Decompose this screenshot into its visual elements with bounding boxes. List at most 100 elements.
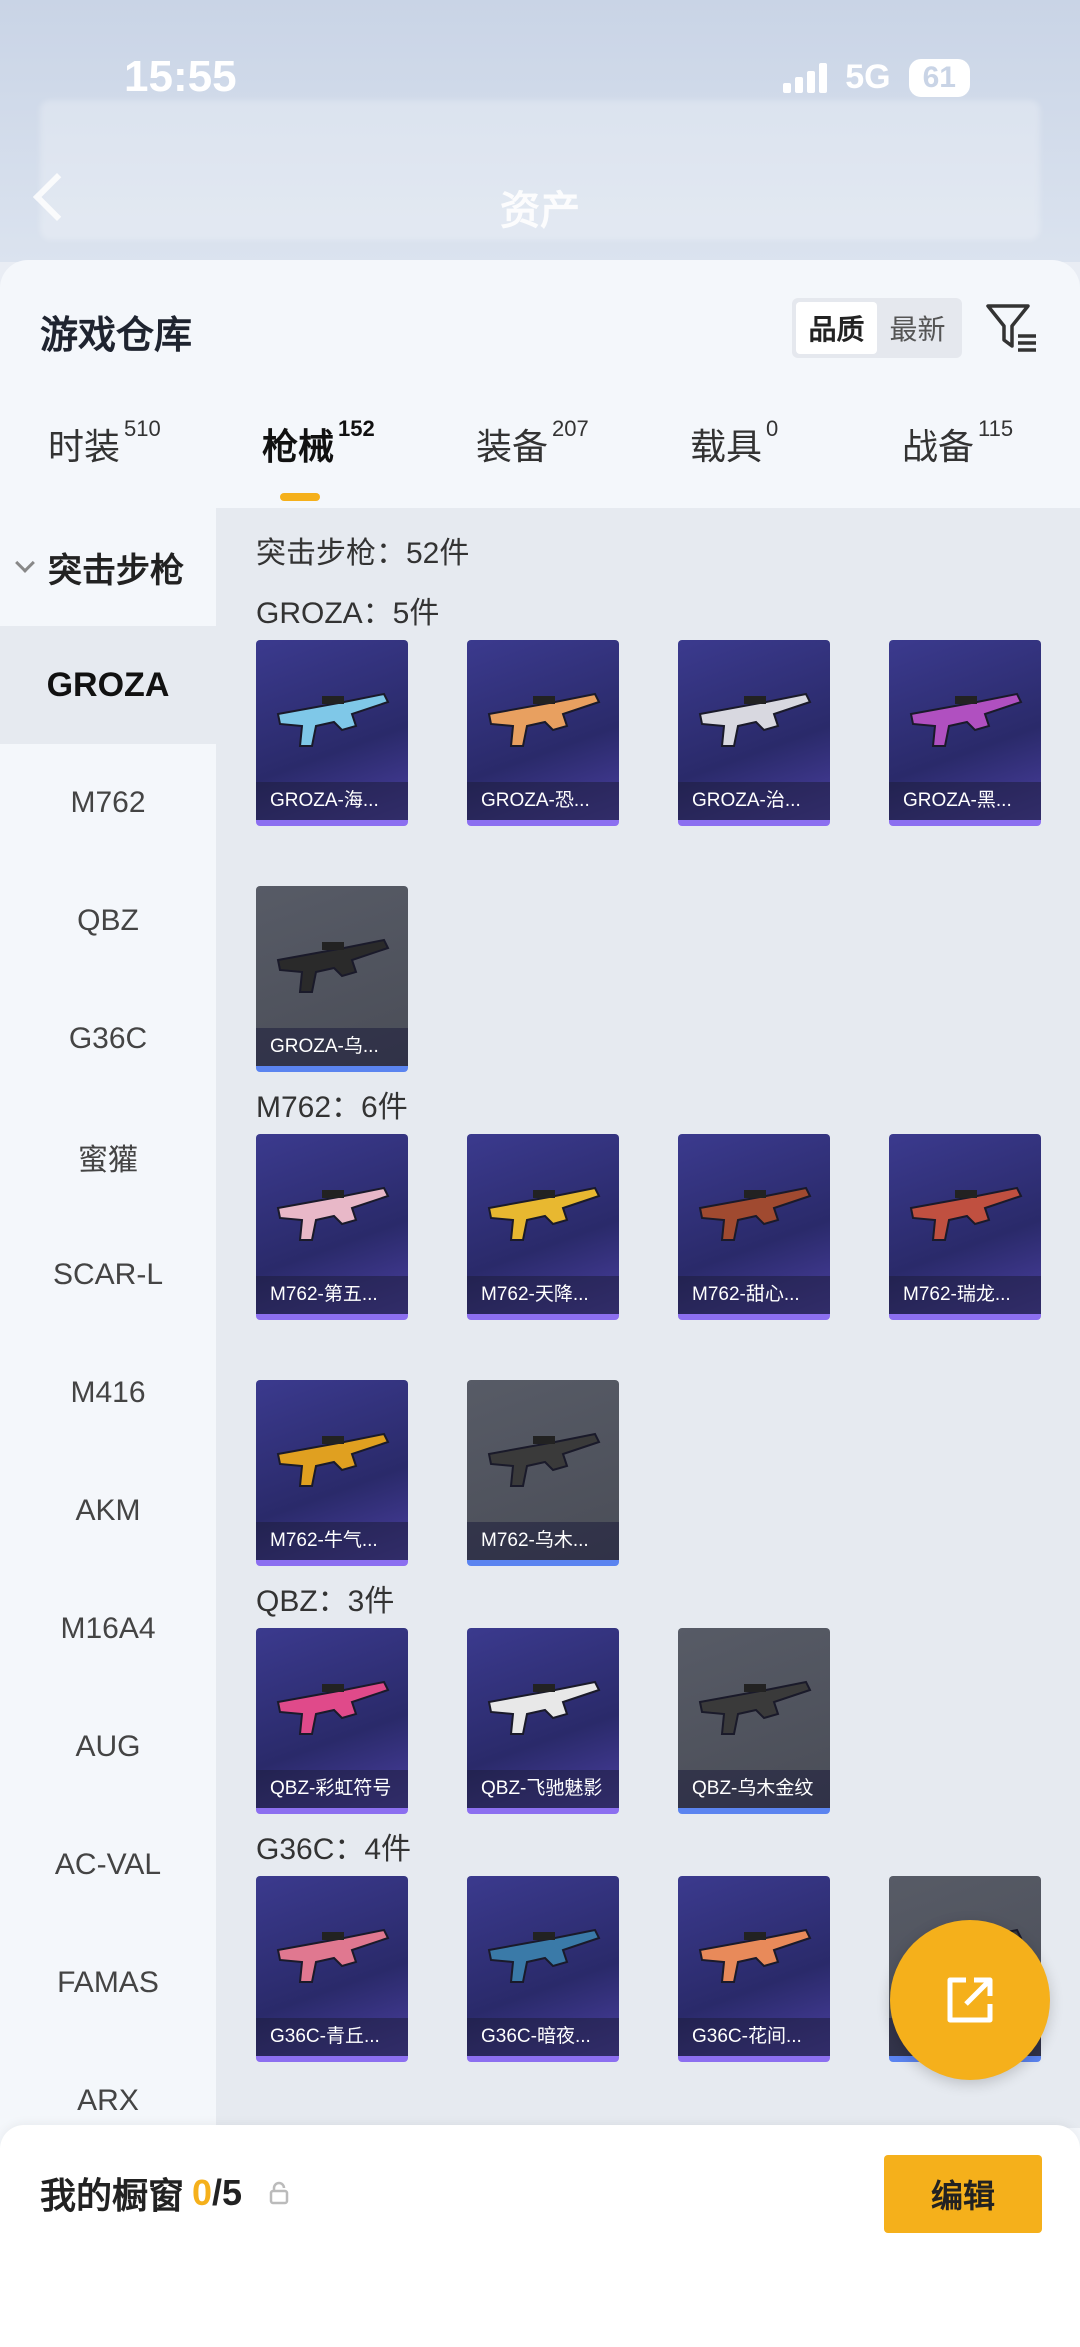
item-label: GROZA-恐...: [467, 782, 619, 820]
item-card[interactable]: GROZA-乌...: [256, 886, 408, 1072]
gun-icon: [276, 1186, 390, 1241]
item-card[interactable]: M762-瑞龙...: [889, 1134, 1041, 1320]
group-title: GROZA：5件: [256, 597, 440, 630]
header-background: 15:55 5G 61 资产: [0, 0, 1080, 262]
category-label: 突击步枪: [48, 551, 184, 590]
item-card[interactable]: M762-乌木...: [467, 1380, 619, 1566]
group-title: QBZ：3件: [256, 1585, 395, 1618]
tab-label: 枪械: [262, 426, 335, 467]
item-label: G36C-青丘...: [256, 2018, 408, 2056]
item-card[interactable]: G36C-暗夜...: [467, 1876, 619, 2062]
gun-icon: [487, 1186, 601, 1241]
gun-icon: [698, 692, 812, 747]
category-header[interactable]: 突击步枪: [0, 508, 216, 626]
item-label: QBZ-飞驰魅影: [467, 1770, 619, 1808]
sidebar-item[interactable]: M416: [0, 1334, 216, 1452]
network-label: 5G: [845, 58, 891, 96]
category-tabs: 时装 510 枪械 152 装备 207 载具 0 战备 115: [0, 388, 1080, 508]
sidebar-item[interactable]: AKM: [0, 1452, 216, 1570]
item-card[interactable]: M762-牛气...: [256, 1380, 408, 1566]
item-card[interactable]: QBZ-彩虹符号: [256, 1628, 408, 1814]
tab-combat-gear[interactable]: 战备 115: [902, 416, 1014, 470]
tab-equipment[interactable]: 装备 207: [476, 416, 589, 470]
tab-count: 0: [766, 416, 779, 441]
item-card[interactable]: G36C-花间...: [678, 1876, 830, 2062]
item-card[interactable]: M762-天降...: [467, 1134, 619, 1320]
signal-icon: [783, 62, 828, 93]
item-card[interactable]: QBZ-飞驰魅影: [467, 1628, 619, 1814]
item-label: M762-瑞龙...: [889, 1276, 1041, 1314]
filter-icon[interactable]: [984, 300, 1040, 356]
tab-count: 115: [978, 416, 1014, 441]
chevron-down-icon: [15, 553, 35, 573]
group-title: G36C：4件: [256, 1833, 412, 1866]
tab-count: 510: [124, 416, 161, 441]
tab-guns[interactable]: 枪械 152: [262, 416, 375, 470]
gun-icon: [276, 1928, 390, 1983]
tab-count: 152: [338, 416, 375, 441]
sidebar-list: GROZA M762 QBZ G36C 蜜獾 SCAR-L M416 AKM M16A4 AUG A…: [0, 626, 216, 2160]
tab-fashion[interactable]: 时装 510: [48, 416, 161, 470]
item-label: QBZ-乌木金纹: [678, 1770, 830, 1808]
sidebar-item[interactable]: M762: [0, 744, 216, 862]
sidebar-item[interactable]: FAMAS: [0, 1924, 216, 2042]
sheet-header: 游戏仓库 品质 最新: [0, 260, 1080, 388]
sidebar-item[interactable]: G36C: [0, 980, 216, 1098]
item-label: M762-第五...: [256, 1276, 408, 1314]
showcase-label: 我的橱窗 0 /5: [40, 2167, 290, 2219]
status-time: 15:55: [124, 52, 237, 101]
item-label: M762-牛气...: [256, 1522, 408, 1560]
showcase-total: /5: [212, 2172, 243, 2213]
edit-button[interactable]: 编辑: [884, 2155, 1042, 2233]
gun-icon: [487, 692, 601, 747]
sort-quality-option[interactable]: 品质: [796, 302, 877, 354]
sidebar-item[interactable]: AUG: [0, 1688, 216, 1806]
item-grid: 突击步枪：52件 GROZA：5件 GROZA-海... GROZA-恐... GRO…: [216, 508, 1080, 2128]
lock-icon: [269, 2181, 289, 2205]
showcase-title: 我的橱窗: [40, 2175, 185, 2216]
gun-icon: [909, 692, 1023, 747]
gun-icon: [698, 1928, 812, 1983]
item-card[interactable]: M762-甜心...: [678, 1134, 830, 1320]
item-label: GROZA-海...: [256, 782, 408, 820]
sort-toggle[interactable]: 品质 最新: [792, 298, 962, 358]
showcase-bar: 我的橱窗 0 /5 编辑: [0, 2125, 1080, 2347]
item-card[interactable]: GROZA-治...: [678, 640, 830, 826]
item-card[interactable]: GROZA-海...: [256, 640, 408, 826]
group-title: M762：6件: [256, 1091, 408, 1124]
item-card[interactable]: GROZA-恐...: [467, 640, 619, 826]
sidebar-item[interactable]: M16A4: [0, 1570, 216, 1688]
tab-label: 战备: [902, 426, 975, 467]
gun-icon: [276, 692, 390, 747]
sort-newest-option[interactable]: 最新: [877, 302, 958, 354]
tab-vehicles[interactable]: 载具 0: [690, 416, 779, 470]
item-label: M762-乌木...: [467, 1522, 619, 1560]
item-card[interactable]: QBZ-乌木金纹: [678, 1628, 830, 1814]
tab-count: 207: [552, 416, 589, 441]
sheet-title: 游戏仓库: [40, 315, 193, 357]
active-tab-indicator: [280, 493, 320, 501]
sidebar-item[interactable]: SCAR-L: [0, 1216, 216, 1334]
sidebar-item[interactable]: AC-VAL: [0, 1806, 216, 1924]
asset-label: 资产: [500, 189, 580, 233]
battery-icon: 61: [908, 58, 970, 97]
showcase-count: 0: [192, 2172, 213, 2213]
item-card[interactable]: M762-第五...: [256, 1134, 408, 1320]
item-card[interactable]: G36C-青丘...: [256, 1876, 408, 2062]
item-label: M762-天降...: [467, 1276, 619, 1314]
gun-icon: [276, 1680, 390, 1735]
gun-icon: [276, 1432, 390, 1487]
status-indicators: 5G 61: [783, 58, 970, 97]
weapon-sidebar: 突击步枪 GROZA M762 QBZ G36C 蜜獾 SCAR-L M416 AKM M16A…: [0, 508, 216, 2128]
share-button[interactable]: [890, 1920, 1050, 2080]
gun-icon: [698, 1186, 812, 1241]
sidebar-item[interactable]: GROZA: [0, 626, 216, 744]
gun-icon: [276, 938, 390, 993]
item-card[interactable]: GROZA-黑...: [889, 640, 1041, 826]
sidebar-item[interactable]: QBZ: [0, 862, 216, 980]
sidebar-item[interactable]: 蜜獾: [0, 1098, 216, 1216]
item-label: GROZA-黑...: [889, 782, 1041, 820]
gun-icon: [909, 1186, 1023, 1241]
item-label: GROZA-乌...: [256, 1028, 408, 1066]
gun-icon: [698, 1680, 812, 1735]
